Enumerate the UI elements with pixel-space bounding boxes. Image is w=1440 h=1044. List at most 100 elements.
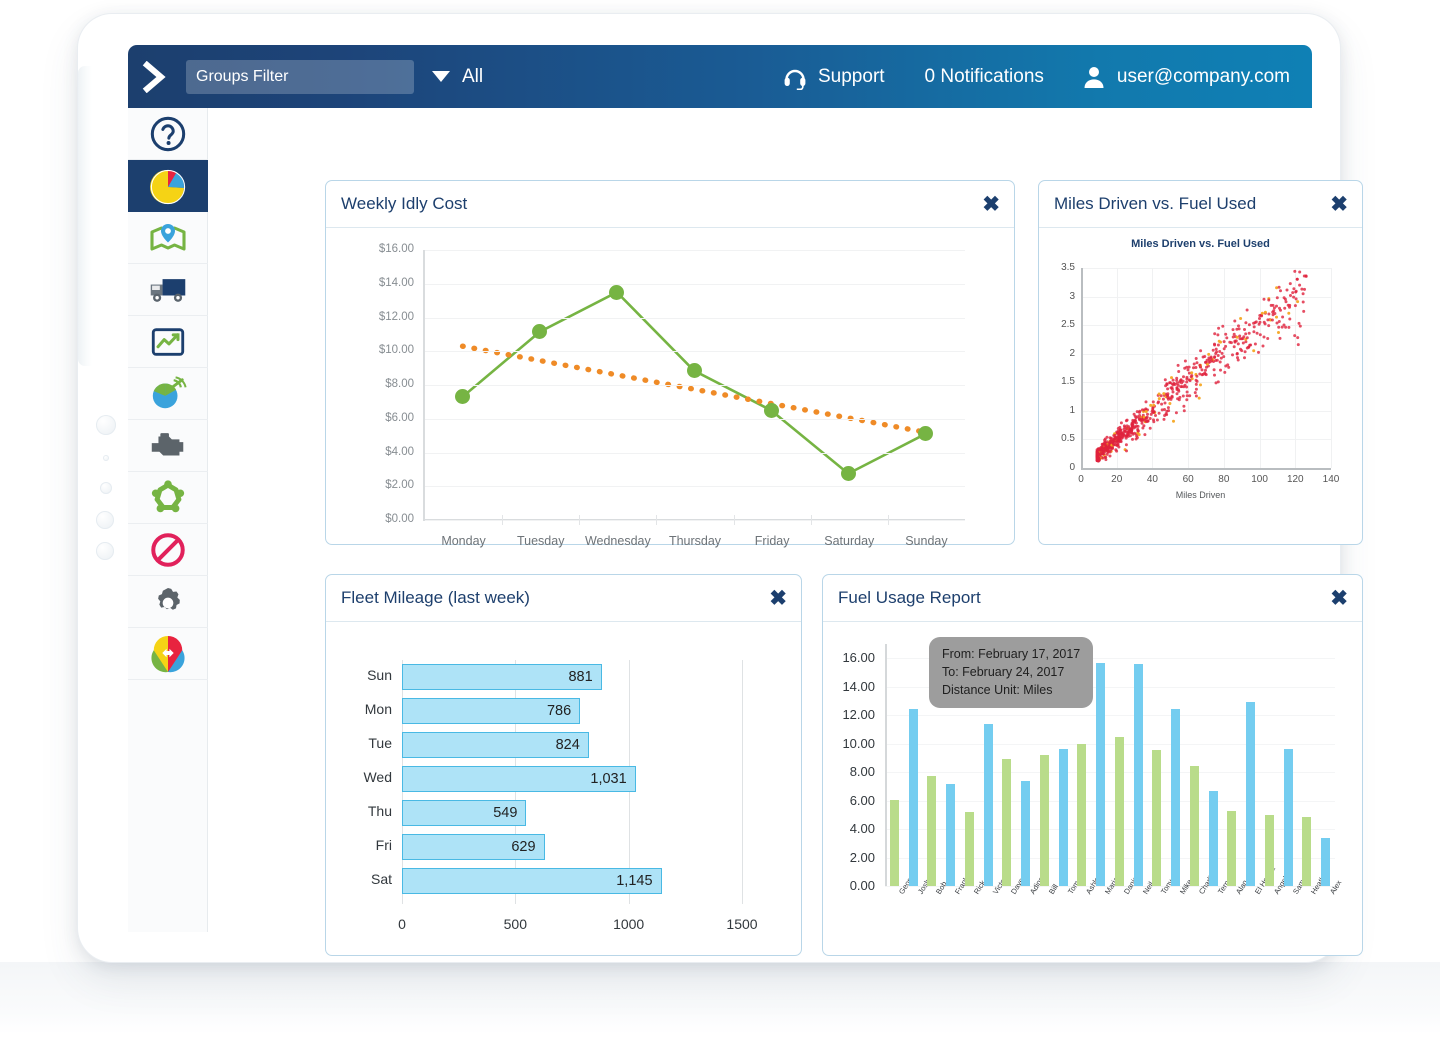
x-tick-label: Monday: [441, 534, 486, 548]
user-menu-button[interactable]: user@company.com: [1082, 65, 1290, 89]
bar[interactable]: [1039, 755, 1049, 886]
sidebar-item-restrictions[interactable]: [128, 524, 208, 576]
x-tick-label: Friday: [754, 534, 790, 548]
close-icon[interactable]: ✖: [982, 194, 1000, 215]
bar[interactable]: [1002, 758, 1012, 886]
bar[interactable]: [1264, 814, 1274, 886]
table-row: Wed 1,031: [363, 766, 742, 792]
bar[interactable]: 629: [402, 834, 545, 860]
sidebar: [128, 108, 208, 932]
bar[interactable]: [983, 723, 993, 886]
bar[interactable]: [1321, 837, 1331, 886]
chevron-down-icon[interactable]: [432, 71, 450, 82]
map-pin-icon: [150, 223, 186, 251]
question-circle-icon: [150, 116, 186, 151]
bar[interactable]: [1114, 736, 1124, 886]
x-tick-mark: [887, 515, 889, 525]
sidebar-item-dashboard[interactable]: [128, 160, 208, 212]
bar[interactable]: [1152, 750, 1162, 886]
bar[interactable]: [1189, 765, 1199, 886]
bar[interactable]: [927, 775, 937, 886]
tooltip-unit: Distance Unit: Miles: [942, 682, 1053, 697]
bar[interactable]: 786: [402, 698, 581, 724]
notifications-button[interactable]: 0 Notifications: [925, 66, 1044, 88]
close-icon[interactable]: ✖: [1330, 588, 1348, 609]
data-point[interactable]: [763, 402, 779, 418]
gridline: [425, 385, 965, 386]
bar[interactable]: 824: [402, 732, 589, 758]
bar[interactable]: [908, 708, 918, 886]
bar-value-label: 786: [546, 703, 572, 719]
groups-filter-input[interactable]: [186, 59, 414, 94]
bar[interactable]: [1058, 749, 1068, 886]
y-tick-label: 2.00: [849, 849, 875, 865]
bar[interactable]: [889, 799, 899, 886]
bar[interactable]: 1,031: [402, 766, 636, 792]
bar[interactable]: [946, 784, 956, 886]
data-point[interactable]: [840, 466, 856, 482]
close-icon[interactable]: ✖: [769, 588, 787, 609]
sidebar-item-live-reports[interactable]: [128, 368, 208, 420]
close-icon[interactable]: ✖: [1330, 194, 1348, 215]
x-tick-label: Saturday: [824, 534, 875, 548]
tooltip-to: To: February 24, 2017: [942, 664, 1065, 679]
gear-icon: [158, 587, 180, 610]
sidebar-item-vehicles[interactable]: [128, 264, 208, 316]
sidebar-item-maintenance[interactable]: [128, 472, 208, 524]
y-tick-label: $16.00: [378, 243, 414, 255]
panel-title: Fleet Mileage (last week): [341, 588, 530, 607]
support-label: Support: [818, 65, 885, 87]
x-tick-label: Wednesday: [584, 534, 651, 548]
sidebar-item-geofences[interactable]: [128, 628, 208, 680]
bar[interactable]: [1096, 662, 1106, 886]
y-tick-label: $2.00: [385, 479, 414, 492]
x-tick-label: 1500: [726, 916, 758, 932]
menu-toggle-button[interactable]: [128, 45, 182, 108]
table-row: Sat 1,145: [371, 868, 742, 894]
tablet-side-button: [96, 415, 116, 435]
gridline: [425, 250, 965, 251]
truck-icon: [150, 278, 186, 302]
table-row: Mon 786: [365, 698, 742, 724]
bar-value-label: 881: [568, 669, 593, 685]
bar[interactable]: [1246, 701, 1256, 886]
data-point[interactable]: [686, 363, 702, 379]
panel-body: 0 500 1000 1500 Sun 881 Mon 786 Tue 824 Wed 1,031 Th…: [326, 622, 801, 955]
sidebar-item-engine[interactable]: [128, 420, 208, 472]
support-button[interactable]: Support: [782, 64, 885, 90]
sidebar-item-settings[interactable]: [128, 576, 208, 628]
bar[interactable]: [1021, 780, 1031, 886]
panel-body: 0.00 2.00 4.00 6.00 8.00 10.00 12.00 14.00 16.00…: [823, 622, 1362, 955]
bar[interactable]: [1283, 748, 1293, 886]
bar-value-label: 824: [555, 737, 580, 753]
scatter-plot: 0 0.5 1 1.5 2 2.5 3 3.5 0 20 40 60 80 100 120 140 Miles …: [1039, 228, 1362, 544]
bar[interactable]: 549: [402, 800, 527, 826]
table-row: Tue 824: [368, 732, 742, 758]
bar-value-label: 629: [511, 839, 536, 855]
bar-category-label: Wed: [363, 769, 392, 785]
bar[interactable]: 881: [402, 664, 602, 690]
sidebar-item-trends[interactable]: [128, 316, 208, 368]
bar[interactable]: [1227, 811, 1237, 886]
gridline: [425, 351, 965, 353]
gridline: [885, 772, 1335, 774]
bar-category-label: Sat: [370, 871, 392, 887]
bar[interactable]: 1,145: [402, 868, 662, 894]
bar[interactable]: [964, 811, 974, 886]
y-tick-label: 4.00: [849, 821, 875, 837]
bar[interactable]: [1171, 708, 1181, 886]
panel-title: Miles Driven vs. Fuel Used: [1054, 194, 1257, 213]
table-row: Sun 881: [367, 664, 742, 690]
panel-header: Miles Driven vs. Fuel Used ✖: [1039, 181, 1362, 228]
sidebar-item-help[interactable]: [128, 108, 208, 160]
bar[interactable]: [1077, 744, 1087, 886]
gridline: [425, 418, 965, 420]
data-point[interactable]: [609, 284, 625, 300]
bar-value-label: 1,031: [590, 771, 627, 787]
bar[interactable]: [1133, 663, 1143, 886]
sidebar-item-map[interactable]: [128, 212, 208, 264]
bar[interactable]: [1302, 816, 1312, 886]
no-entry-icon: [151, 532, 185, 567]
tablet-side-button: [96, 511, 114, 529]
bar[interactable]: [1208, 790, 1218, 886]
